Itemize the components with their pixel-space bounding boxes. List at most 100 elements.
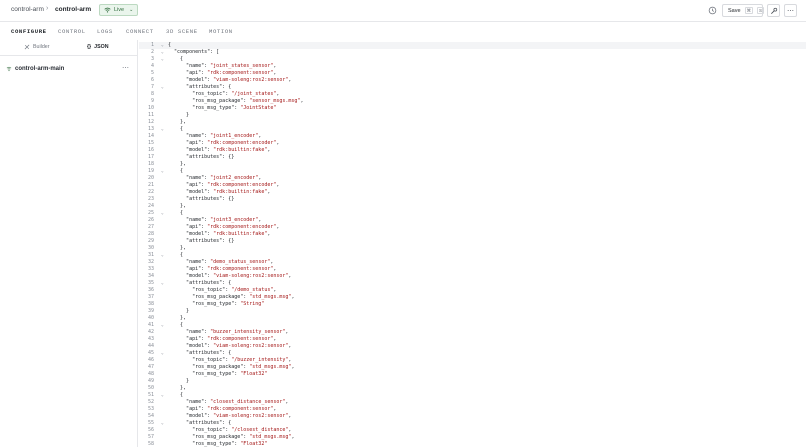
editor-line[interactable]: 42 "name": "buzzer_intensity_sensor",: [139, 329, 806, 336]
editor-line[interactable]: 10 "ros_msg_type": "JointState": [139, 105, 806, 112]
editor-line[interactable]: 39 }: [139, 308, 806, 315]
editor-line[interactable]: 36 "ros_topic": "/demo_status",: [139, 287, 806, 294]
editor-line[interactable]: 4 "name": "joint_states_sensor",: [139, 63, 806, 70]
code-text: "attributes": {: [168, 420, 232, 426]
json-mode-button[interactable]: {} JSON: [87, 44, 109, 50]
more-options-icon[interactable]: ⋯: [784, 4, 797, 17]
code-text: "attributes": {}: [168, 154, 235, 160]
code-text: "api": "rdk:component:sensor",: [168, 70, 277, 76]
editor-line[interactable]: 46 "ros_topic": "/buzzer_intensity",: [139, 357, 806, 364]
tree-item-machine-part[interactable]: control-arm-main ⋯: [6, 64, 132, 74]
editor-line[interactable]: 20 "name": "joint2_encoder",: [139, 175, 806, 182]
editor-line[interactable]: 49 }: [139, 378, 806, 385]
fold-chevron-icon[interactable]: ⌄: [161, 210, 164, 217]
editor-line[interactable]: 15 "api": "rdk:component:encoder",: [139, 140, 806, 147]
fold-chevron-icon[interactable]: ⌄: [161, 252, 164, 259]
history-icon[interactable]: [707, 5, 718, 16]
editor-line[interactable]: 16 "model": "rdk:builtin:fake",: [139, 147, 806, 154]
line-number: 13: [147, 126, 154, 132]
more-icon[interactable]: ⋯: [122, 64, 129, 72]
breadcrumb-machine[interactable]: control-arm: [55, 6, 91, 13]
editor-line[interactable]: 24 },: [139, 203, 806, 210]
editor-line[interactable]: 53 "api": "rdk:component:sensor",: [139, 406, 806, 413]
fold-chevron-icon[interactable]: ⌄: [161, 42, 164, 49]
line-number: 5: [150, 70, 154, 76]
fold-chevron-icon[interactable]: ⌄: [161, 280, 164, 287]
editor-line[interactable]: 27 "api": "rdk:component:encoder",: [139, 224, 806, 231]
editor-line[interactable]: 38 "ros_msg_type": "String": [139, 301, 806, 308]
wrench-icon[interactable]: [767, 4, 780, 17]
editor-line[interactable]: 37 "ros_msg_package": "std_msgs.msg",: [139, 294, 806, 301]
editor-line[interactable]: 18 },: [139, 161, 806, 168]
editor-line[interactable]: 2 ⌄ "components": [: [139, 49, 806, 56]
tab-configure[interactable]: CONFIGURE: [11, 28, 47, 35]
editor-line[interactable]: 48 "ros_msg_type": "Float32": [139, 371, 806, 378]
fold-chevron-icon[interactable]: ⌄: [161, 420, 164, 427]
fold-chevron-icon[interactable]: ⌄: [161, 168, 164, 175]
editor-line[interactable]: 9 "ros_msg_package": "sensor_msgs.msg",: [139, 98, 806, 105]
editor-line[interactable]: 6 "model": "viam-soleng:ros2:sensor",: [139, 77, 806, 84]
editor-line[interactable]: 58 "ros_msg_type": "Float32": [139, 441, 806, 447]
line-number: 1: [150, 42, 154, 48]
editor-line[interactable]: 55 ⌄ "attributes": {: [139, 420, 806, 427]
tab-control[interactable]: CONTROL: [58, 28, 86, 35]
tab-connect[interactable]: CONNECT: [126, 28, 154, 35]
fold-chevron-icon[interactable]: ⌄: [161, 322, 164, 329]
tab-motion[interactable]: MOTION: [209, 28, 233, 35]
editor-line[interactable]: 1 ⌄ {: [139, 42, 806, 49]
code-text: "attributes": {}: [168, 196, 235, 202]
editor-line[interactable]: 34 "model": "viam-soleng:ros2:sensor",: [139, 273, 806, 280]
editor-line[interactable]: 52 "name": "closest_distance_sensor",: [139, 399, 806, 406]
editor-line[interactable]: 11 }: [139, 112, 806, 119]
code-text: "ros_msg_type": "Float32": [168, 371, 268, 377]
editor-line[interactable]: 44 "model": "viam-soleng:ros2:sensor",: [139, 343, 806, 350]
editor-line[interactable]: 8 "ros_topic": "/joint_states",: [139, 91, 806, 98]
code-text: },: [168, 245, 187, 251]
editor-line[interactable]: 14 "name": "joint1_encoder",: [139, 133, 806, 140]
editor-line[interactable]: 35 ⌄ "attributes": {: [139, 280, 806, 287]
editor-line[interactable]: 50 },: [139, 385, 806, 392]
fold-chevron-icon[interactable]: ⌄: [161, 392, 164, 399]
editor-line[interactable]: 7 ⌄ "attributes": {: [139, 84, 806, 91]
editor-line[interactable]: 25 ⌄ {: [139, 210, 806, 217]
editor-line[interactable]: 30 },: [139, 245, 806, 252]
editor-line[interactable]: 33 "api": "rdk:component:sensor",: [139, 266, 806, 273]
editor-line[interactable]: 28 "model": "rdk:builtin:fake",: [139, 231, 806, 238]
live-status-dropdown[interactable]: Live ⌄: [99, 4, 138, 16]
breadcrumb-org[interactable]: control-arm: [11, 6, 44, 13]
tab-3d-scene[interactable]: 3D SCENE: [166, 28, 198, 35]
editor-line[interactable]: 13 ⌄ {: [139, 126, 806, 133]
editor-line[interactable]: 41 ⌄ {: [139, 322, 806, 329]
fold-chevron-icon[interactable]: ⌄: [161, 350, 164, 357]
editor-line[interactable]: 57 "ros_msg_package": "std_msgs.msg",: [139, 434, 806, 441]
editor-line[interactable]: 21 "api": "rdk:component:encoder",: [139, 182, 806, 189]
editor-line[interactable]: 17 "attributes": {}: [139, 154, 806, 161]
fold-chevron-icon[interactable]: ⌄: [161, 49, 164, 56]
fold-chevron-icon[interactable]: ⌄: [161, 56, 164, 63]
editor-line[interactable]: 47 "ros_msg_package": "std_msgs.msg",: [139, 364, 806, 371]
editor-line[interactable]: 12 },: [139, 119, 806, 126]
builder-mode-button[interactable]: Builder: [24, 44, 50, 50]
editor-line[interactable]: 45 ⌄ "attributes": {: [139, 350, 806, 357]
editor-line[interactable]: 51 ⌄ {: [139, 392, 806, 399]
editor-line[interactable]: 54 "model": "viam-soleng:ros2:sensor",: [139, 413, 806, 420]
editor-line[interactable]: 5 "api": "rdk:component:sensor",: [139, 70, 806, 77]
editor-line[interactable]: 3 ⌄ {: [139, 56, 806, 63]
editor-line[interactable]: 31 ⌄ {: [139, 252, 806, 259]
line-number: 34: [147, 273, 154, 279]
save-button[interactable]: Save ⌘ S: [722, 4, 765, 17]
editor-line[interactable]: 29 "attributes": {}: [139, 238, 806, 245]
editor-line[interactable]: 43 "api": "rdk:component:sensor",: [139, 336, 806, 343]
builder-icon: [24, 44, 30, 50]
editor-line[interactable]: 19 ⌄ {: [139, 168, 806, 175]
tab-logs[interactable]: LOGS: [97, 28, 113, 35]
fold-chevron-icon[interactable]: ⌄: [161, 84, 164, 91]
editor-line[interactable]: 40 },: [139, 315, 806, 322]
editor-line[interactable]: 32 "name": "demo_status_sensor",: [139, 259, 806, 266]
editor-line[interactable]: 26 "name": "joint3_encoder",: [139, 217, 806, 224]
editor-line[interactable]: 56 "ros_topic": "/closest_distance",: [139, 427, 806, 434]
json-editor[interactable]: 1 ⌄ {2 ⌄ "components": [3 ⌄ {4 "name": "join…: [139, 40, 806, 447]
fold-chevron-icon[interactable]: ⌄: [161, 126, 164, 133]
editor-line[interactable]: 23 "attributes": {}: [139, 196, 806, 203]
editor-line[interactable]: 22 "model": "rdk:builtin:fake",: [139, 189, 806, 196]
